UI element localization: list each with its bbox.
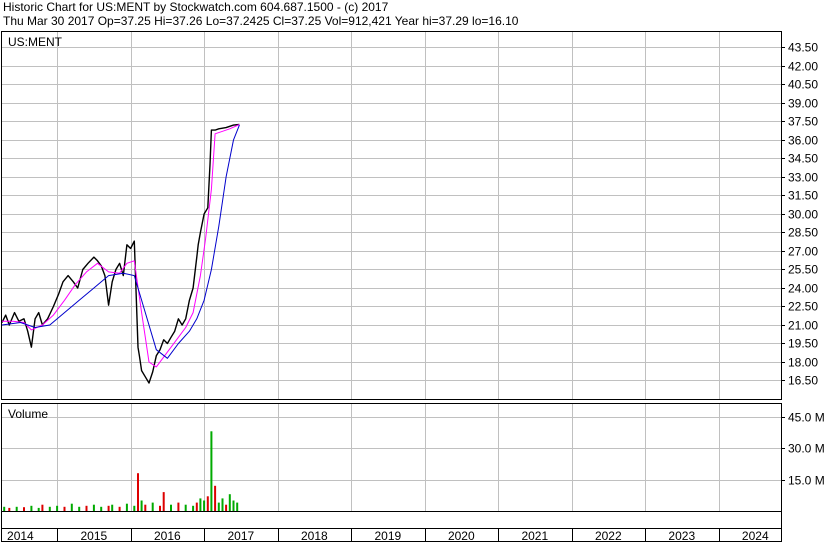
volume-bar [195, 502, 198, 511]
volume-bar [214, 485, 217, 511]
volume-bar [30, 505, 33, 511]
volume-bar [63, 506, 66, 511]
year-tick-label-2020: 2020 [448, 529, 475, 543]
volume-bar [41, 504, 44, 511]
volume-bar [118, 506, 121, 511]
year-tick-label-2022: 2022 [595, 529, 622, 543]
volume-bar [15, 506, 18, 511]
volume-bar [192, 505, 195, 511]
price-tick-label: 21.00 [788, 319, 818, 333]
price-tick-label: 36.00 [788, 134, 818, 148]
year-tick-label-2024: 2024 [742, 529, 769, 543]
volume-bar [170, 504, 172, 511]
price-tick-label: 28.50 [788, 226, 818, 240]
price-panel [1, 31, 782, 400]
year-tick-label-2015: 2015 [81, 529, 108, 543]
year-tick-label-2014: 2014 [7, 529, 34, 543]
price-tick-label: 22.50 [788, 300, 818, 314]
volume-bar [56, 505, 59, 511]
volume-bar [111, 504, 114, 511]
volume-bar [184, 504, 187, 511]
price-panel-title: US:MENT [8, 35, 63, 49]
volume-bar [78, 506, 81, 511]
price-tick-label: 43.50 [788, 41, 818, 55]
volume-bar [125, 503, 128, 511]
price-tick-label: 25.50 [788, 263, 818, 277]
volume-bar [232, 500, 235, 511]
volume-tick-label: 45.0 M [788, 411, 825, 425]
volume-axis: 45.0 M 30.0 M 15.0 M [781, 411, 825, 488]
year-tick-label-2021: 2021 [521, 529, 548, 543]
year-tick-label-2016: 2016 [154, 529, 181, 543]
price-tick-label: 30.00 [788, 208, 818, 222]
price-tick-label: 33.00 [788, 171, 818, 185]
volume-bar [162, 492, 165, 511]
volume-bar [206, 496, 209, 511]
volume-bar [92, 504, 95, 511]
price-tick-label: 24.00 [788, 282, 818, 296]
volume-bar [100, 506, 103, 511]
price-axis: 43.50 42.00 40.50 39.00 37.50 36.00 34.50 33.00… [781, 41, 818, 388]
year-tick-label-2018: 2018 [301, 529, 328, 543]
price-tick-label: 19.50 [788, 337, 818, 351]
volume-bar [236, 502, 239, 511]
volume-bar [70, 503, 73, 511]
volume-tick-label: 15.0 M [788, 474, 825, 488]
volume-bar [228, 494, 231, 511]
volume-bar [217, 502, 220, 511]
price-tick-label: 40.50 [788, 78, 818, 92]
volume-bar [48, 506, 51, 511]
volume-panel [1, 403, 782, 512]
volume-bar [37, 507, 40, 511]
volume-bar [210, 431, 213, 511]
volume-bar [159, 505, 161, 511]
price-tick-label: 39.00 [788, 97, 818, 111]
price-tick-label: 18.00 [788, 356, 818, 370]
volume-bar [151, 502, 154, 511]
volume-bar [140, 500, 143, 511]
year-tick-label-2019: 2019 [374, 529, 401, 543]
volume-panel-title: Volume [8, 407, 48, 421]
volume-bar [23, 507, 25, 511]
volume-bar [221, 498, 224, 511]
volume-bar [3, 506, 6, 511]
volume-bar [137, 473, 139, 511]
price-tick-label: 37.50 [788, 115, 818, 129]
volume-bar [107, 505, 110, 511]
price-tick-label: 31.50 [788, 189, 818, 203]
year-tick-label-2017: 2017 [227, 529, 254, 543]
price-tick-label: 16.50 [788, 374, 818, 388]
price-tick-label: 42.00 [788, 60, 818, 74]
volume-bar [199, 498, 202, 511]
year-tick-label-2023: 2023 [668, 529, 695, 543]
volume-bar [85, 505, 88, 511]
volume-tick-label: 30.0 M [788, 442, 825, 456]
historic-chart: 43.50 42.00 40.50 39.00 37.50 36.00 34.50 33.00… [1, 31, 825, 543]
volume-bar [144, 504, 147, 511]
volume-bar [203, 500, 206, 511]
volume-bar [8, 507, 11, 511]
volume-bar [177, 502, 180, 511]
price-tick-label: 34.50 [788, 152, 818, 166]
price-tick-label: 27.00 [788, 245, 818, 259]
volume-bar [225, 504, 228, 511]
volume-bar [133, 505, 136, 511]
